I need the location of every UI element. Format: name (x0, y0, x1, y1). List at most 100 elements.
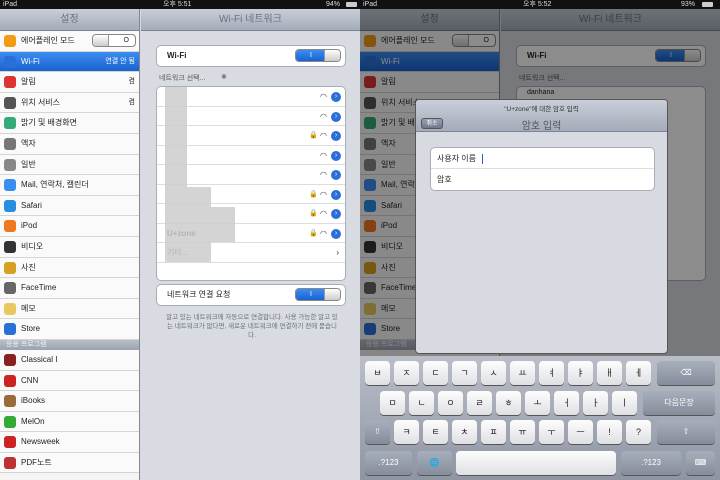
key[interactable]: ㅡ (568, 420, 593, 444)
sidebar-item[interactable]: 사진 (0, 257, 139, 279)
key[interactable]: ㅐ (597, 361, 622, 385)
detail-disclosure-icon[interactable]: › (331, 189, 341, 200)
blurred-network-names (187, 187, 211, 262)
key[interactable]: ㅍ (481, 420, 506, 444)
sidebar-item[interactable]: 메모 (0, 298, 139, 320)
sidebar-item[interactable]: CNN (0, 370, 139, 392)
key[interactable]: ㅊ (452, 420, 477, 444)
detail-disclosure-icon[interactable]: › (331, 131, 341, 141)
sidebar-item-label: 에어플레인 모드 (21, 36, 75, 45)
key[interactable]: ㅑ (568, 361, 593, 385)
melon-icon (4, 415, 16, 428)
key[interactable]: ㅜ (539, 420, 564, 444)
shift-key-right[interactable]: ⇧ (657, 420, 715, 444)
key[interactable]: ? (626, 420, 651, 444)
key[interactable]: ! (597, 420, 622, 444)
safari-icon (4, 199, 16, 212)
detail-disclosure-icon[interactable]: › (331, 228, 341, 239)
lock-icon: 🔒 (309, 210, 318, 217)
sidebar-item-label: 위치 서비스 (21, 97, 61, 107)
username-field[interactable]: 사용자 이름 (431, 148, 654, 169)
key[interactable]: ㅗ (525, 391, 550, 415)
key[interactable]: ㄷ (423, 361, 448, 385)
sidebar-item[interactable]: FaceTime (0, 278, 139, 299)
ask-join-caption: 알고 있는 네트워크에 자동으로 연결합니다. 사용 가능한 알고 있는 네트워… (166, 314, 338, 339)
sidebar-item[interactable]: Mail, 연락처, 캘린더 (0, 175, 139, 196)
key[interactable]: ㅅ (481, 361, 506, 385)
sidebar-item[interactable]: 일반 (0, 154, 139, 176)
space-key[interactable] (456, 451, 616, 475)
sidebar-item[interactable]: 비디오 (0, 236, 139, 258)
key[interactable]: ㅠ (510, 420, 535, 444)
detail-disclosure-icon[interactable]: › (331, 170, 341, 180)
sidebar-item-label: 메모 (21, 303, 36, 313)
keyboard-dismiss-icon[interactable]: ⌨ (686, 451, 715, 475)
sidebar-item[interactable]: 알림 켬 (0, 72, 139, 93)
key[interactable]: ㅌ (423, 420, 448, 444)
sidebar-item-label: 밝기 및 배경화면 (21, 118, 77, 128)
detail-disclosure-icon[interactable]: › (331, 150, 341, 161)
sidebar-item[interactable]: MelOn (0, 411, 139, 433)
sidebar-item[interactable]: 위치 서비스 켬 (0, 92, 139, 114)
facetime-icon (4, 282, 16, 295)
key[interactable]: ㅁ (380, 391, 405, 415)
key[interactable]: ㅎ (496, 391, 521, 415)
wifi-toggle[interactable]: I (295, 49, 341, 62)
numbers-key[interactable]: .?123 (365, 451, 412, 475)
wifi-signal-icon: ◠ (320, 131, 327, 140)
sidebar-item[interactable]: 에어플레인 모드 O (0, 31, 139, 52)
lock-icon: 🔒 (309, 190, 318, 198)
key[interactable]: ㅏ (583, 391, 608, 415)
key[interactable]: ㄹ (467, 391, 492, 415)
cancel-button[interactable]: 취소 (421, 118, 443, 129)
wifi-toggle-group: Wi-Fi I (156, 45, 346, 67)
wifi-detail-pane: Wi-Fi 네트워크 Wi-Fi I 네트워크 선택... ✺ ◠ › ◠ › 🔒 ◠ › ◠… (141, 9, 360, 480)
right-screenshot: iPad 오후 5:52 93% 설정 에어플레인 모드 O Wi-Fi 알림 위치 서… (360, 0, 720, 480)
detail-disclosure-icon[interactable]: › (331, 92, 341, 102)
toggle-on-label: I (296, 50, 326, 61)
sidebar-item[interactable]: Wi-Fi 연결 안 됨 (0, 51, 139, 73)
battery-icon (702, 2, 713, 7)
enter-key[interactable]: 다음문장 (643, 391, 715, 415)
sidebar-item[interactable]: Safari (0, 195, 139, 217)
wifi-signal-icon: ◠ (320, 150, 327, 160)
key[interactable]: ㅇ (438, 391, 463, 415)
numbers-key-right[interactable]: .?123 (621, 451, 681, 475)
password-field[interactable]: 암호 (431, 169, 654, 190)
airplane-toggle[interactable]: O (92, 34, 136, 47)
sidebar-item[interactable]: PDF노트 (0, 452, 139, 474)
classical-icon (4, 353, 16, 366)
detail-disclosure-icon[interactable]: › (331, 111, 341, 122)
sidebar-item[interactable]: iPod (0, 216, 139, 237)
globe-icon[interactable]: 🌐 (417, 451, 452, 475)
key[interactable]: ㄴ (409, 391, 434, 415)
sidebar-item[interactable]: Newsweek (0, 432, 139, 453)
key[interactable]: ㅔ (626, 361, 651, 385)
sidebar-item[interactable]: iBooks (0, 391, 139, 412)
key[interactable]: ㅓ (554, 391, 579, 415)
ask-join-toggle[interactable]: I (295, 288, 341, 301)
sidebar-item[interactable]: Store (0, 319, 139, 340)
sidebar-item-label: 사진 (21, 262, 36, 272)
detail-disclosure-icon[interactable]: › (331, 209, 341, 219)
sidebar-item[interactable]: 밝기 및 배경화면 (0, 113, 139, 134)
key[interactable]: ㅕ (539, 361, 564, 385)
wifi-signal-icon: ◠ (320, 228, 327, 238)
sidebar-title: 설정 (0, 9, 139, 31)
backspace-key[interactable]: ⌫ (657, 361, 715, 385)
toggle-on-label: I (296, 289, 326, 300)
key[interactable]: ㄱ (452, 361, 477, 385)
key[interactable]: ㅣ (612, 391, 637, 415)
lock-icon: 🔒 (309, 132, 318, 139)
sidebar-item[interactable]: Classical I (0, 349, 139, 371)
shift-key[interactable]: ⇧ (365, 420, 390, 444)
blurred-network-names (165, 87, 187, 262)
sidebar-item[interactable]: 액자 (0, 133, 139, 155)
key[interactable]: ㅈ (394, 361, 419, 385)
key[interactable]: ㅋ (394, 420, 419, 444)
notification-icon (4, 76, 16, 89)
pdf-icon (4, 456, 16, 469)
wifi-icon (4, 55, 16, 68)
key[interactable]: ㅛ (510, 361, 535, 385)
key[interactable]: ㅂ (365, 361, 390, 385)
